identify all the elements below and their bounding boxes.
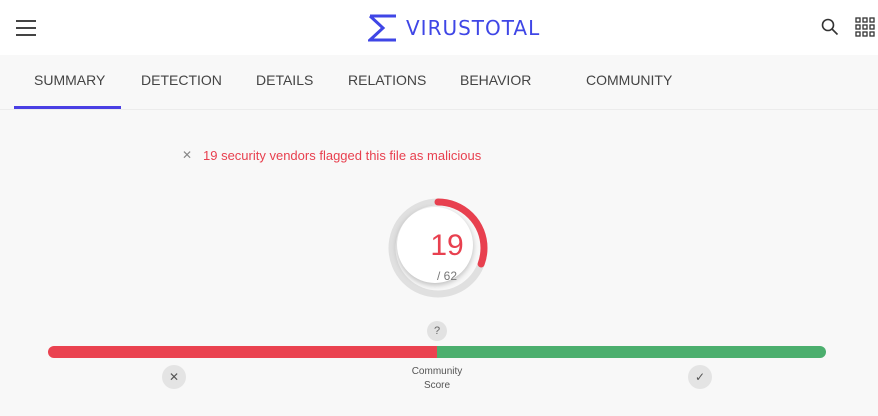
detection-gauge: 19 / 62 <box>386 196 490 300</box>
virustotal-logo-mark-icon <box>368 14 396 42</box>
close-icon[interactable]: ✕ <box>180 148 194 162</box>
tab-divider <box>0 109 878 110</box>
community-score-bar <box>48 346 826 358</box>
gauge-center: 19 / 62 <box>397 207 473 283</box>
apps-grid-icon[interactable] <box>855 17 875 37</box>
tab-detection[interactable]: DETECTION <box>141 72 222 88</box>
top-bar: VIRUSTOTAL <box>0 0 878 55</box>
hamburger-menu-icon[interactable] <box>16 17 36 37</box>
tab-bar: SUMMARY DETECTION DETAILS RELATIONS BEHA… <box>0 55 878 112</box>
community-score-label: Community Score <box>397 365 477 393</box>
score-bar-harmless <box>437 346 826 358</box>
detection-count: 19 <box>430 229 464 262</box>
tab-details[interactable]: DETAILS <box>256 72 313 88</box>
search-icon[interactable] <box>821 18 839 36</box>
brand-name: VIRUSTOTAL <box>406 16 541 40</box>
tab-behavior[interactable]: BEHAVIOR <box>460 72 531 88</box>
malicious-alert: ✕ 19 security vendors flagged this file … <box>180 146 481 164</box>
virustotal-logo[interactable]: VIRUSTOTAL <box>368 13 540 43</box>
tab-summary[interactable]: SUMMARY <box>34 72 105 88</box>
tab-relations[interactable]: RELATIONS <box>348 72 426 88</box>
x-icon[interactable]: ✕ <box>162 365 186 389</box>
help-icon[interactable]: ? <box>427 321 447 341</box>
check-icon[interactable]: ✓ <box>688 365 712 389</box>
community-label-line1: Community <box>411 366 463 377</box>
detection-total: / 62 <box>436 269 457 283</box>
community-label-line2: Score <box>423 380 451 391</box>
alert-message: 19 security vendors flagged this file as… <box>203 147 482 163</box>
score-bar-malicious <box>48 346 437 358</box>
tab-community[interactable]: COMMUNITY <box>586 72 672 88</box>
